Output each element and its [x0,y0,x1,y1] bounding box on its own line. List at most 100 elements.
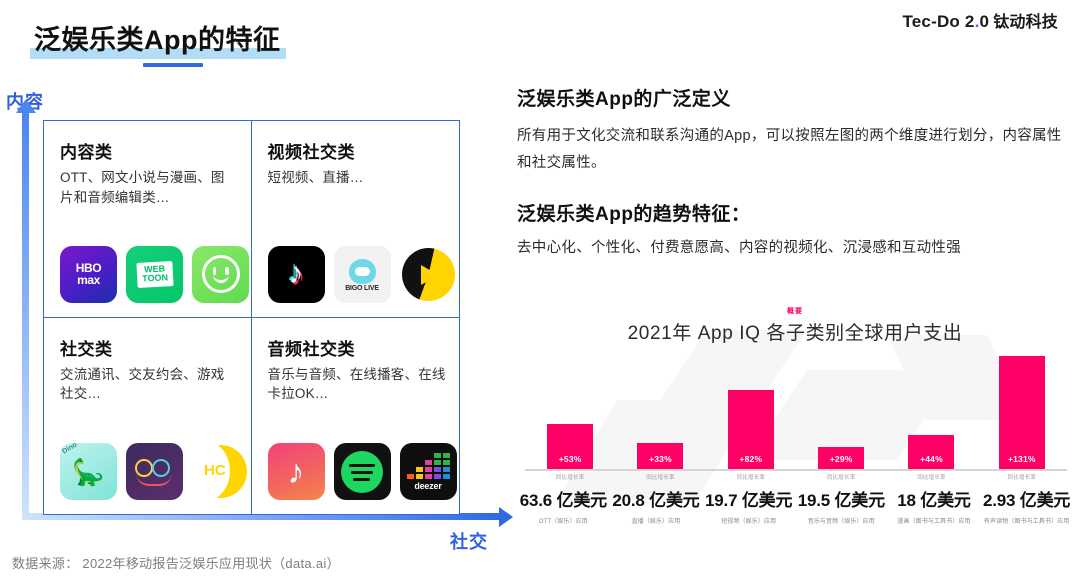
bar-slot: +44% [886,435,976,469]
brand-version: 0 [979,12,990,31]
bar-growth-label: +131% [1007,454,1036,464]
hc-moon-icon: HC [192,443,249,500]
bar-value-slot: 2.93 亿美元有声读物（图书与工具书）应用 [980,486,1073,525]
bar-growth-caption: 同比增长率 [736,475,766,481]
brand-name-cn: 钛动科技 [993,14,1058,31]
chart-value-labels: 63.6 亿美元 OTT（娱乐）应用 20.8 亿美元 直播（娱乐）应用 19.7 亿美… [517,486,1073,525]
definition-heading: 泛娱乐类App的广泛定义 [517,89,731,110]
bigo-label: BIGO LIVE [345,285,379,292]
page-title: 泛娱乐类App的特征 [30,24,287,60]
bar-value: 18 亿美元 [897,491,971,510]
definition-paragraph: 所有用于文化交流和联系沟通的App，可以按照左图的两个维度进行划分，内容属性和社… [517,128,1062,171]
deezer-label: deezer [414,480,442,491]
hc-label: HC [204,462,226,479]
quadrant-matrix: 内容类 OTT、网文小说与漫画、图片和音频编辑类… HBO max WEB TOON… [43,120,460,515]
trend-paragraph: 去中心化、个性化、付费意愿高、内容的视频化、沉浸感和互动性强 [517,239,961,256]
spending-bar-chart: 概要 2021年 App IQ 各子类别全球用户支出 +53% +33% +82% +… [517,300,1073,532]
title-underline-rule [143,63,203,67]
smile-app-icon [192,245,249,303]
bar-slot: +29% [796,447,886,469]
chart-bar: +29% [818,447,865,469]
bar-value-slot: 18 亿美元漫画（图书与工具书）应用 [888,486,981,525]
bar-growth-caption: 同比增长率 [826,475,856,481]
chart-bar: +44% [908,435,955,469]
dino-label: Dino [61,443,79,456]
trend-heading: 泛娱乐类App的趋势特征： [517,203,751,225]
source-note: 数据来源： 2022年移动报告泛娱乐应用现状（data.ai） [12,556,340,571]
bar-category-label: 漫画（图书与工具书）应用 [897,519,971,525]
title-text: 泛娱乐类App的特征 [34,25,281,55]
bar-growth-caption: 同比增长率 [917,475,946,481]
bar-value: 19.5 亿美元 [797,491,885,510]
kwai-icon [399,245,457,303]
bar-growth-label: +29% [829,454,853,464]
bar-value-slot: 20.8 亿美元直播（娱乐）应用 [610,486,703,525]
hbo-max-icon: HBO max [60,245,117,303]
chart-growth-captions: 同比增长率 同比增长率 同比增长率 同比增长率 同比增长率 同比增长率 [525,473,1067,481]
qq-rings-icon [126,443,183,500]
quadrant-audio-social: 音频社交类 音乐与音频、在线播客、在线卡拉OK… ♪ deezer [252,318,460,515]
quadrant-social: 社交类 交流通讯、交友约会、游戏社交… Dino 🦕 HC [44,317,252,514]
bar-category-label: OTT（娱乐）应用 [538,519,588,525]
quadrant-content-desc: OTT、网文小说与漫画、图片和音频编辑类… [60,170,225,205]
bar-slot: +131% [977,356,1067,469]
bigo-live-icon: BIGO LIVE [333,245,391,303]
webtoon-icon: WEB TOON [126,245,183,303]
bar-value: 2.93 亿美元 [983,491,1071,510]
quadrant-social-desc: 交流通讯、交友约会、游戏社交… [60,366,225,402]
bar-value: 63.6 亿美元 [519,491,607,510]
right-panel: 泛娱乐类App的广泛定义 所有用于文化交流和联系沟通的App，可以按照左图的两个… [517,84,1062,261]
webtoon-label-2: TOON [141,272,168,284]
slide-root: Tec-Do 2.0钛动科技 泛娱乐类App的特征 内容 社交 内容类 OTT、… [0,0,1080,582]
chart-bar: +131% [998,356,1045,469]
brand-logo: Tec-Do 2.0 钛动科技 [902,8,1058,32]
quadrant-social-logos: Dino 🦕 HC [60,443,249,500]
quadrant-audio-social-heading: 音频社交类 [267,339,355,359]
bar-growth-label: +33% [649,454,672,464]
bar-category-label: 短视频（娱乐）应用 [721,519,777,525]
bar-value-slot: 19.7 亿美元短视频（娱乐）应用 [702,486,795,525]
bar-growth-caption: 同比增长率 [646,475,675,481]
chart-plot-area: +53% +33% +82% +29% +44% +131% [525,352,1067,469]
quadrant-video-social-heading: 视频社交类 [267,143,355,162]
bar-slot: +82% [706,390,796,469]
bar-slot: +33% [615,443,705,469]
tiktok-icon: ♪ [267,245,325,303]
max-label: max [77,273,100,287]
dino-icon: Dino 🦕 [60,443,117,500]
axis-y-arrow [15,99,36,520]
quadrant-content: 内容类 OTT、网文小说与漫画、图片和音频编辑类… HBO max WEB TOON [44,121,252,318]
quadrant-video-social: 视频社交类 短视频、直播… ♪ BIGO LIVE [251,121,459,318]
quadrant-audio-social-desc: 音乐与音频、在线播客、在线卡拉OK… [267,366,446,402]
deezer-icon: deezer [399,443,457,500]
axis-x-label: 社交 [450,532,488,552]
quadrant-social-heading: 社交类 [60,339,113,359]
brand-name: Tec-Do 2 [902,12,975,31]
bar-value: 19.7 亿美元 [705,491,793,510]
quadrant-video-social-logos: ♪ BIGO LIVE [267,245,457,303]
bar-category-label: 有声读物（图书与工具书）应用 [983,519,1070,525]
chart-bar: +33% [637,443,684,469]
quadrant-content-heading: 内容类 [60,143,113,162]
chart-baseline [525,469,1067,471]
chart-title: 2021年 App IQ 各子类别全球用户支出 [627,323,963,344]
bar-value-slot: 19.5 亿美元音乐与音频（娱乐）应用 [795,486,888,525]
bar-growth-label: +44% [920,454,943,464]
music-note-icon: ♪ [267,443,325,500]
chart-bar: +82% [727,390,774,469]
bar-category-label: 音乐与音频（娱乐）应用 [807,519,875,525]
chart-eyebrow: 概要 [787,308,803,315]
page-title-wrap: 泛娱乐类App的特征 [30,24,287,67]
quadrant-video-social-desc: 短视频、直播… [267,170,364,185]
quadrant-audio-social-logos: ♪ deezer [267,443,457,500]
bar-value: 20.8 亿美元 [612,491,700,510]
bar-slot: +53% [525,424,615,469]
bar-growth-caption: 同比增长率 [555,475,585,481]
bar-growth-caption: 同比增长率 [1007,475,1037,481]
bar-value-slot: 63.6 亿美元 OTT（娱乐）应用 [517,486,610,525]
spotify-icon [333,443,391,500]
chart-bar: +53% [547,424,594,469]
bar-growth-label: +82% [739,454,763,464]
bar-category-label: 直播（娱乐）应用 [631,519,681,525]
quadrant-content-logos: HBO max WEB TOON [60,245,249,303]
